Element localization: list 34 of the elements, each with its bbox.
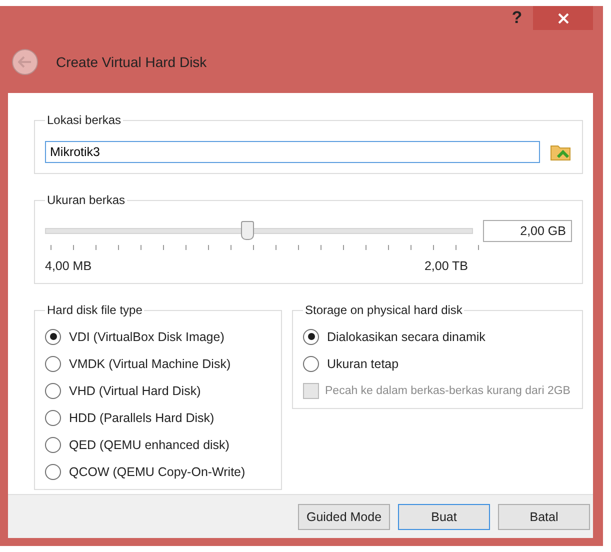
size-field[interactable]: 2,00 GB	[483, 220, 572, 242]
radio-icon[interactable]	[45, 464, 61, 480]
dialog-button[interactable]: Buat	[398, 504, 490, 530]
radio-icon[interactable]	[45, 382, 61, 398]
dialog-button[interactable]: Guided Mode	[298, 504, 390, 530]
radio-option[interactable]: VDI (VirtualBox Disk Image)	[45, 323, 224, 350]
file-location-field[interactable]: Mikrotik3	[45, 141, 540, 163]
close-button[interactable]	[533, 6, 593, 30]
group-title: Ukuran berkas	[46, 193, 126, 207]
min-size-label: 4,00 MB	[45, 259, 92, 273]
radio-option[interactable]: QCOW (QEMU Copy-On-Write)	[45, 458, 246, 485]
group-title: Storage on physical hard disk	[304, 303, 464, 317]
close-icon	[558, 12, 568, 24]
radio-option[interactable]: QED (QEMU enhanced disk)	[45, 431, 230, 458]
radio-icon[interactable]	[45, 410, 61, 426]
help-button[interactable]: ?	[501, 6, 533, 30]
group-title: Hard disk file type	[46, 303, 144, 317]
radio-option[interactable]: HDD (Parallels Hard Disk)	[45, 404, 214, 431]
radio-icon[interactable]	[45, 436, 61, 452]
slider-thumb[interactable]	[241, 221, 254, 240]
radio-option[interactable]: Ukuran tetap	[303, 350, 399, 377]
radio-icon[interactable]	[45, 356, 61, 372]
radio-icon[interactable]	[303, 356, 319, 372]
dialog-button[interactable]: Batal	[498, 504, 590, 530]
radio-option[interactable]: Dialokasikan secara dinamik	[303, 323, 486, 350]
radio-option[interactable]: VMDK (Virtual Machine Disk)	[45, 350, 231, 377]
group-title: Lokasi berkas	[46, 113, 122, 127]
max-size-label: 2,00 TB	[424, 259, 468, 273]
radio-option[interactable]: VHD (Virtual Hard Disk)	[45, 377, 201, 404]
window-title: Create Virtual Hard Disk	[56, 54, 207, 70]
radio-icon[interactable]	[45, 328, 61, 344]
back-arrow-icon	[18, 56, 32, 68]
size-slider[interactable]	[45, 219, 473, 243]
radio-icon[interactable]	[303, 328, 319, 344]
